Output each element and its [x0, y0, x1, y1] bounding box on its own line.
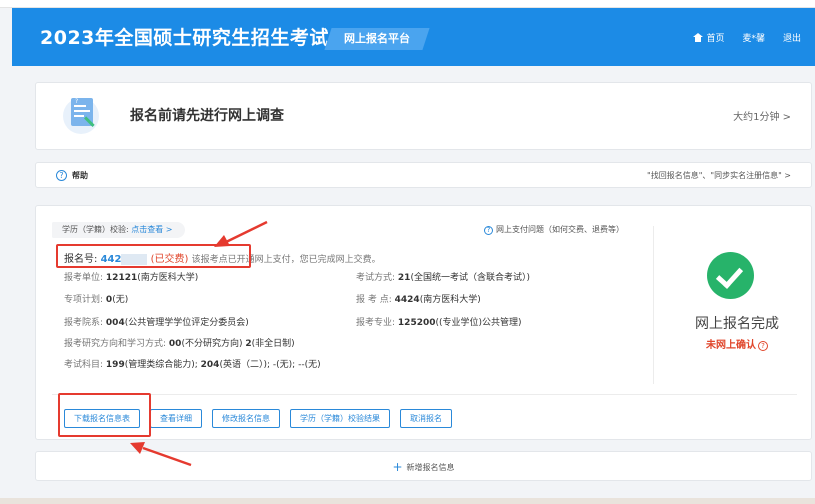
page-header: 2023年全国硕士研究生招生考试 网上报名平台 首页 麦*馨 退出: [12, 8, 815, 66]
status-title: 网上报名完成: [695, 316, 779, 332]
annotation-box-reg-number: [56, 244, 251, 268]
nav-home-label: 首页: [706, 34, 725, 44]
new-registration-label: 新增报名信息: [406, 463, 455, 472]
svg-text:?: ?: [75, 98, 78, 105]
method-code: 21: [397, 273, 411, 283]
top-strip: [0, 0, 815, 8]
department-row: 报考院系: 004(公共管理学学位评定分委员会): [64, 315, 249, 328]
payment-question-icon: ?: [484, 226, 493, 235]
plus-icon: +: [392, 460, 403, 474]
help-bar: ? 帮助 "找回报名信息"、"同步实名注册信息" >: [35, 162, 812, 188]
page-title: 2023年全国硕士研究生招生考试: [40, 27, 329, 49]
education-verify-tag: 学历（学籍）校验: 点击查看 >: [52, 222, 185, 238]
verify-result-button[interactable]: 学历（学籍）校验结果: [290, 409, 390, 428]
dept-name: (公共管理学学位评定分委员会): [124, 318, 249, 328]
unit-label: 报考单位:: [64, 273, 104, 283]
plan-name: (无): [112, 295, 129, 305]
method-name: (全国统一考试（含联合考试）): [410, 273, 530, 283]
verify-link[interactable]: 点击查看 >: [131, 225, 172, 234]
help-label[interactable]: 帮助: [72, 170, 88, 181]
subject1-name: (管理类综合能力);: [124, 360, 198, 370]
site-label: 报 考 点:: [356, 295, 392, 305]
survey-card[interactable]: ? 报名前请先进行网上调查 大约1分钟 >: [35, 82, 812, 150]
verify-label: 学历（学籍）校验:: [62, 225, 129, 234]
direction-code: 00: [168, 339, 182, 349]
subject3: -(无);: [272, 360, 296, 370]
home-icon: [693, 33, 704, 42]
direction-row: 报考研究方向和学习方式: 00(不分研究方向) 2(非全日制): [64, 336, 295, 349]
survey-document-icon: ?: [63, 98, 99, 134]
registration-card: 学历（学籍）校验: 点击查看 > ? 网上支付问题（如何交费、退费等） 报名号: …: [35, 205, 812, 440]
status-subtitle[interactable]: 未网上确认?: [676, 336, 798, 351]
success-check-icon: [707, 252, 754, 299]
nav-user[interactable]: 麦*馨: [742, 31, 765, 44]
payment-help-label: 网上支付问题（如何交费、退费等）: [496, 225, 624, 234]
unit-code: 12121: [105, 273, 138, 283]
direction-name: (不分研究方向): [181, 339, 243, 349]
horizontal-divider: [52, 394, 797, 395]
major-label: 报考专业:: [356, 318, 396, 328]
dept-label: 报考院系:: [64, 318, 104, 328]
bottom-edge: [0, 498, 815, 504]
nav-logout[interactable]: 退出: [783, 31, 801, 44]
cancel-registration-button[interactable]: 取消报名: [400, 409, 452, 428]
help-links[interactable]: "找回报名信息"、"同步实名注册信息" >: [647, 170, 791, 181]
major-name: ((专业学位)公共管理): [435, 318, 522, 328]
major-code: 125200: [397, 318, 436, 328]
platform-badge: 网上报名平台: [324, 28, 430, 50]
major-row: 报考专业: 125200((专业学位)公共管理): [356, 315, 522, 328]
exam-site-row: 报 考 点: 4424(南方医科大学): [356, 292, 481, 305]
subjects-label: 考试科目:: [64, 360, 104, 370]
subject1-code: 199: [105, 360, 125, 370]
unit-row: 报考单位: 12121(南方医科大学): [64, 270, 198, 283]
subject2-code: 204: [200, 360, 220, 370]
direction-label: 报考研究方向和学习方式:: [64, 339, 167, 349]
plan-label: 专项计划:: [64, 295, 104, 305]
modify-info-button[interactable]: 修改报名信息: [212, 409, 280, 428]
survey-title: 报名前请先进行网上调查: [130, 108, 284, 124]
plan-row: 专项计划: 0(无): [64, 292, 128, 305]
dept-code: 004: [105, 318, 125, 328]
subjects-row: 考试科目: 199(管理类综合能力); 204(英语（二）); -(无); --…: [64, 357, 321, 370]
site-name: (南方医科大学): [419, 295, 481, 305]
annotation-box-download: [58, 393, 151, 437]
nav-home[interactable]: 首页: [693, 31, 724, 44]
status-subtitle-label: 未网上确认: [706, 340, 756, 351]
survey-time[interactable]: 大约1分钟 >: [733, 108, 791, 123]
help-question-icon: ?: [56, 170, 67, 181]
vertical-divider: [653, 226, 654, 384]
site-code: 4424: [394, 295, 420, 305]
subject4: --(无): [298, 360, 321, 370]
exam-method-row: 考试方式: 21(全国统一考试（含联合考试）): [356, 270, 530, 283]
new-registration-button[interactable]: + 新增报名信息: [35, 451, 812, 481]
method-label: 考试方式:: [356, 273, 396, 283]
study-name: (非全日制): [251, 339, 295, 349]
status-question-icon: ?: [758, 341, 768, 351]
payment-help-link[interactable]: ? 网上支付问题（如何交费、退费等）: [484, 224, 624, 235]
platform-badge-label: 网上报名平台: [344, 32, 410, 45]
view-details-button[interactable]: 查看详细: [150, 409, 202, 428]
subject2-name: (英语（二）);: [219, 360, 271, 370]
unit-name: (南方医科大学): [137, 273, 199, 283]
header-nav: 首页 麦*馨 退出: [693, 31, 801, 44]
